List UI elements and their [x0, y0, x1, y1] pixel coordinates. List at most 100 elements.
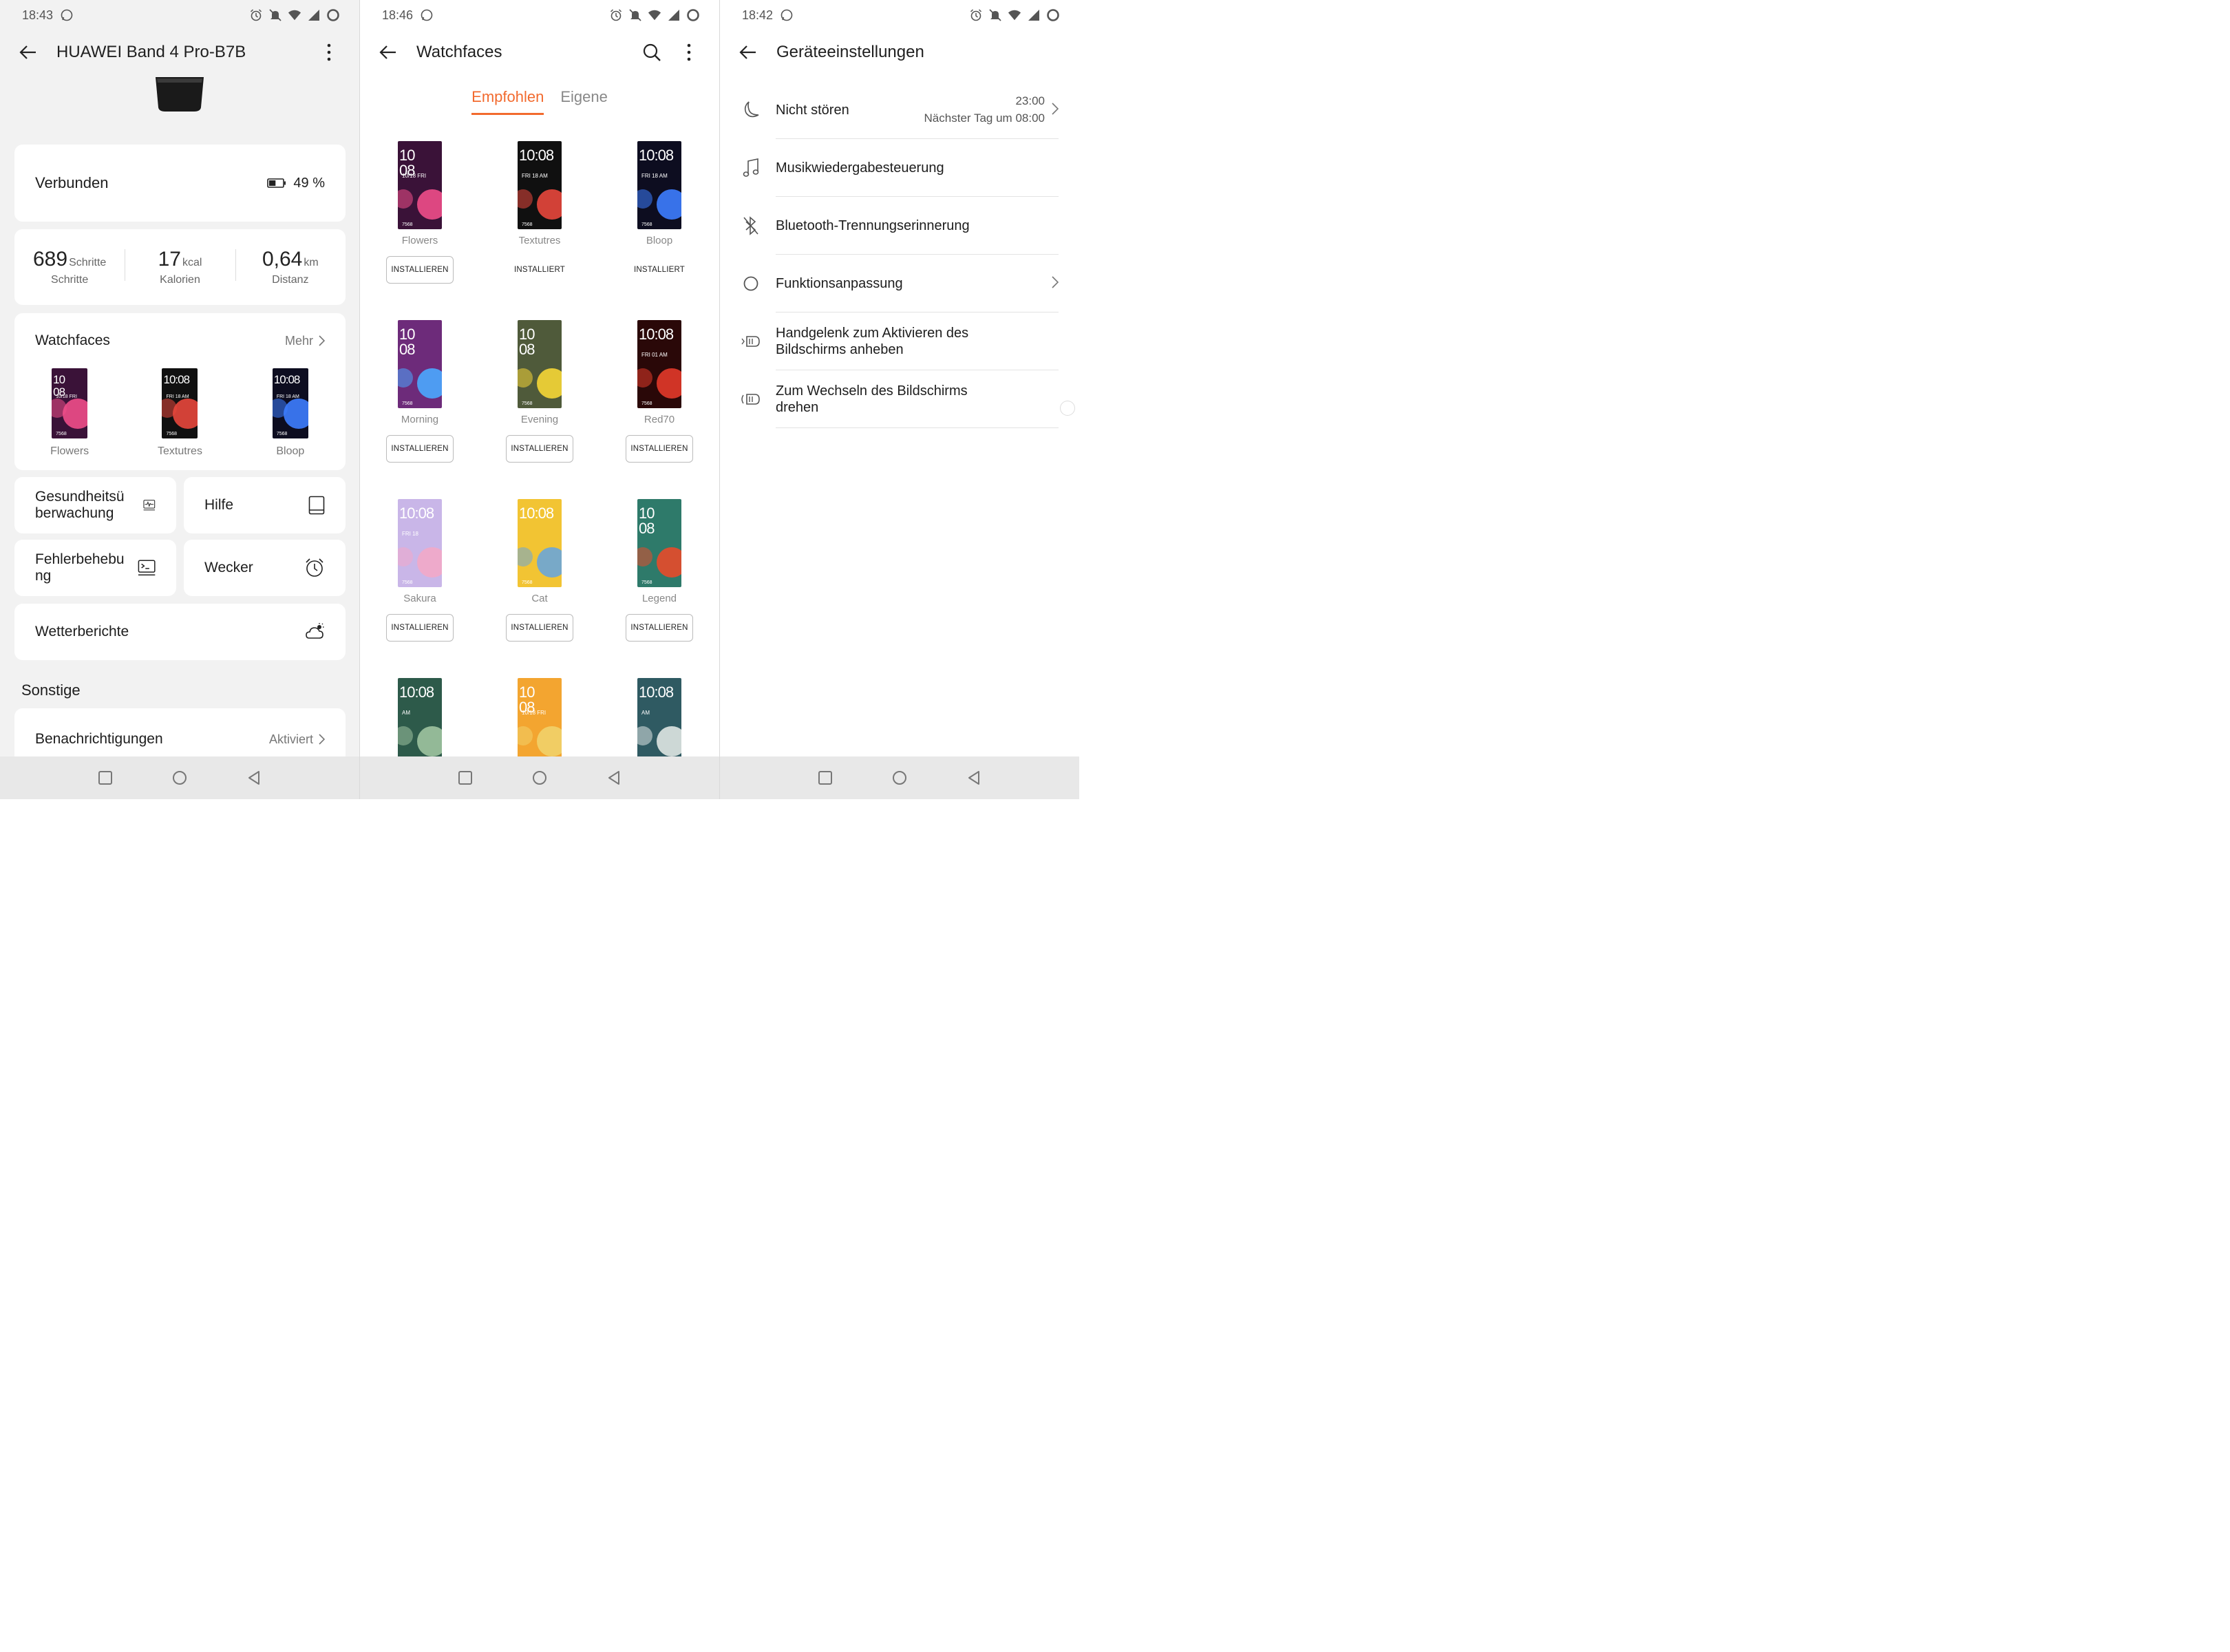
watchface-steps: 7568 — [276, 432, 288, 436]
watchface-tabs: Empfohlen Eigene — [360, 88, 719, 115]
settings-row-label: Nicht stören — [776, 103, 849, 118]
page-title: Watchfaces — [416, 43, 502, 61]
watchface-steps: 7568 — [641, 580, 652, 585]
tile-help[interactable]: Hilfe — [184, 477, 346, 533]
watchface-date: AM — [402, 710, 410, 716]
watchface-steps: 7568 — [522, 222, 533, 227]
wrist-rotate-icon — [739, 388, 763, 411]
app-bar: Geräteeinstellungen — [720, 30, 1079, 74]
band-image — [156, 77, 204, 112]
status-bar: 18:46 — [360, 0, 719, 30]
stat-distance: 0,64 km Distanz — [235, 248, 346, 286]
page-title: Geräteeinstellungen — [776, 43, 924, 61]
watchface-preview[interactable]: 10:08 FRI 01 AM 7568 — [637, 320, 681, 408]
more-vert-icon[interactable] — [317, 37, 341, 67]
settings-row-circle[interactable]: Funktionsanpassung — [720, 255, 1079, 313]
watchface-preview[interactable]: 10:08 7568 — [518, 499, 562, 587]
install-button[interactable]: INSTALLIEREN — [626, 435, 693, 463]
tab-recommended[interactable]: Empfohlen — [471, 88, 544, 115]
tile-label: Wecker — [204, 559, 253, 575]
watchface-item[interactable]: 10:08 FRI 18 AM 7568 Textutres — [125, 368, 235, 458]
cellular-signal-icon — [1028, 10, 1039, 21]
nav-recents-button[interactable] — [816, 768, 835, 787]
cellular-signal-icon — [308, 10, 319, 21]
back-arrow-icon[interactable] — [18, 37, 48, 67]
page-title: HUAWEI Band 4 Pro-B7B — [56, 43, 246, 61]
weather-reports-card[interactable]: Wetterberichte — [14, 604, 346, 660]
settings-row-bluetooth-off[interactable]: Bluetooth-Trennungserinnerung — [720, 197, 1079, 255]
settings-row-wrist-raise[interactable]: Handgelenk zum Aktivieren des Bildschirm… — [720, 313, 1079, 370]
watchface-time: 10:08 — [399, 684, 434, 701]
install-button[interactable]: INSTALLIEREN — [506, 435, 573, 463]
book-icon — [308, 496, 325, 515]
watchface-date: FRI 18 AM — [522, 173, 548, 179]
watchface-preview[interactable]: 10:08 AM — [637, 678, 681, 766]
tab-own[interactable]: Eigene — [560, 88, 608, 115]
alarm-clock-icon — [306, 558, 323, 577]
watchface-time: 10:08 — [163, 373, 190, 386]
watchfaces-panel: 18:46 Watchfaces Empfohlen Eigene 10 08 1… — [360, 0, 719, 799]
back-arrow-icon[interactable] — [738, 37, 768, 67]
nav-recents-button[interactable] — [96, 768, 115, 787]
watchfaces-more-link[interactable]: Mehr — [285, 334, 325, 348]
nav-home-button[interactable] — [170, 768, 189, 787]
watchface-name: Morning — [401, 414, 439, 425]
tile-alarm[interactable]: Wecker — [184, 540, 346, 596]
settings-row-label: Zum Wechseln des Bildschirms drehen — [776, 383, 968, 415]
install-button[interactable]: INSTALLIEREN — [386, 435, 454, 463]
watchface-preview[interactable]: 10:08 FRI 18 AM 7568 — [162, 368, 198, 438]
watchface-preview[interactable]: 10:08 AM — [398, 678, 442, 766]
activity-stats-card[interactable]: 689 Schritte Schritte 17 kcal Kalorien 0,6… — [14, 229, 346, 305]
alarm-icon — [250, 9, 262, 21]
system-nav-bar — [720, 756, 1079, 799]
install-button[interactable]: INSTALLIEREN — [506, 614, 573, 642]
settings-row-music-note[interactable]: Musikwiedergabesteuerung — [720, 139, 1079, 197]
watchface-preview[interactable]: 10:08 FRI 18 AM 7568 — [272, 368, 308, 438]
settings-row-label: Bluetooth-Trennungserinnerung — [776, 218, 970, 233]
tile-health-monitoring[interactable]: Gesundheitsü berwachung — [14, 477, 176, 533]
toggle-knob — [1043, 228, 1056, 242]
watchface-name: Sakura — [403, 593, 436, 604]
status-time: 18:42 — [742, 8, 774, 22]
install-button[interactable]: INSTALLIEREN — [386, 256, 454, 284]
watchface-preview[interactable]: 10 08 10/18 FRI 7568 — [52, 368, 88, 438]
watchface-preview[interactable]: 10 08 7568 — [518, 320, 562, 408]
watchface-preview[interactable]: 10 08 10/18 FRI 7568 — [398, 141, 442, 229]
stat-label: Schritte — [51, 274, 89, 286]
stat-value: 17 — [158, 248, 181, 271]
installed-label: INSTALLIERT — [634, 266, 685, 274]
install-button[interactable]: INSTALLIEREN — [386, 614, 454, 642]
watchface-steps: 7568 — [522, 401, 533, 406]
more-vert-icon[interactable] — [677, 37, 701, 67]
nav-home-button[interactable] — [890, 768, 909, 787]
install-button[interactable]: INSTALLIEREN — [626, 614, 693, 642]
watchface-preview[interactable]: 10 08 10/18 FRI — [518, 678, 562, 766]
settings-row-moon[interactable]: Nicht stören 23:00 Nächster Tag um 08:00 — [720, 81, 1079, 139]
watchface-time: 10:08 — [639, 147, 674, 164]
watchface-item[interactable]: 10 08 10/18 FRI 7568 Flowers — [14, 368, 125, 458]
watchface-steps: 7568 — [56, 432, 67, 436]
watchface-item[interactable]: 10:08 FRI 18 AM 7568 Bloop — [235, 368, 346, 458]
watchface-preview[interactable]: 10:08 FRI 18 7568 — [398, 499, 442, 587]
watchface-item: 10:08 FRI 01 AM 7568 Red70 INSTALLIEREN — [599, 320, 719, 499]
watchface-preview[interactable]: 10 08 7568 — [398, 320, 442, 408]
watchface-preview[interactable]: 10 08 7568 — [637, 499, 681, 587]
nav-home-button[interactable] — [530, 768, 549, 787]
bell-off-icon — [629, 9, 641, 21]
nav-back-button[interactable] — [244, 768, 264, 787]
watchface-preview[interactable]: 10:08 FRI 18 AM 7568 — [637, 141, 681, 229]
nav-back-button[interactable] — [604, 768, 624, 787]
music-note-icon — [739, 156, 763, 180]
stat-calories: 17 kcal Kalorien — [125, 248, 235, 286]
back-arrow-icon[interactable] — [378, 37, 408, 67]
watchface-item: 10:08 7568 Cat INSTALLIEREN — [480, 499, 599, 678]
nav-back-button[interactable] — [964, 768, 984, 787]
battery-icon — [267, 178, 286, 188]
settings-row-wrist-rotate[interactable]: Zum Wechseln des Bildschirms drehen — [720, 370, 1079, 428]
search-icon[interactable] — [639, 37, 664, 67]
settings-row-label: Handgelenk zum Aktivieren des Bildschirm… — [776, 326, 969, 357]
tile-troubleshooting[interactable]: Fehlerbehebu ng — [14, 540, 176, 596]
stat-unit: Schritte — [69, 257, 107, 268]
nav-recents-button[interactable] — [456, 768, 475, 787]
watchface-preview[interactable]: 10:08 FRI 18 AM 7568 — [518, 141, 562, 229]
